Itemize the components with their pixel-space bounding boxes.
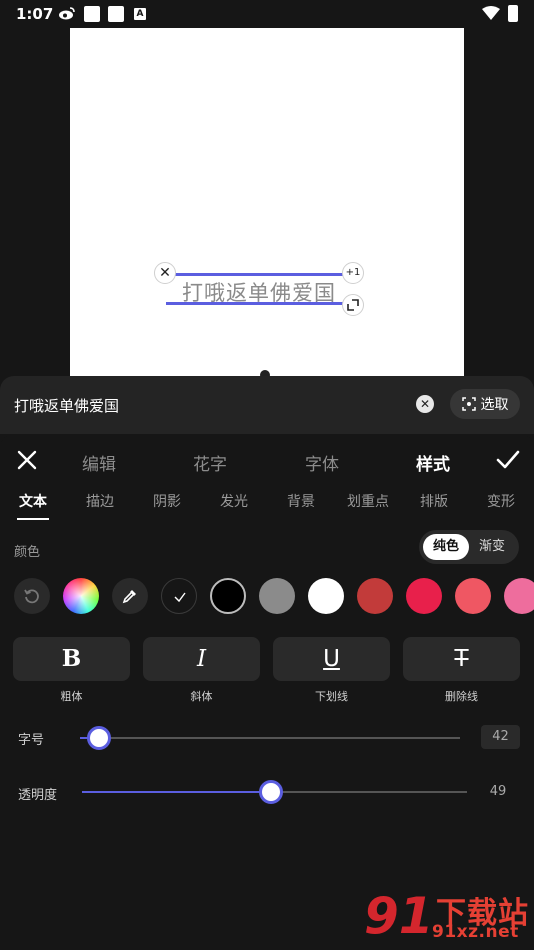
font-size-slider-knob[interactable]: [87, 726, 111, 750]
color-swatch-coral[interactable]: [455, 578, 491, 614]
select-button[interactable]: 选取: [450, 389, 520, 419]
tab-style[interactable]: 样式: [416, 450, 450, 475]
color-swatch-grey[interactable]: [259, 578, 295, 614]
subtab-layout[interactable]: 排版: [409, 491, 459, 511]
color-swatch-dark-red[interactable]: [357, 578, 393, 614]
canvas-area: 打哦返单佛爱国 ✕ +1: [0, 28, 534, 382]
eyedropper-icon: [122, 590, 136, 604]
text-overlay-box[interactable]: 打哦返单佛爱国 ✕ +1: [154, 262, 364, 316]
subtab-background[interactable]: 背景: [276, 491, 326, 511]
delete-text-icon[interactable]: ✕: [154, 262, 176, 284]
text-input-row: 打哦返单佛爱国 ✕ 选取: [0, 376, 534, 434]
font-size-slider[interactable]: [80, 737, 460, 739]
bold-button[interactable]: B: [13, 637, 130, 681]
solid-color-option[interactable]: 纯色: [423, 534, 469, 560]
watermark-mark: 91: [364, 887, 434, 945]
close-icon[interactable]: [16, 449, 38, 471]
clear-text-icon[interactable]: ✕: [416, 395, 434, 413]
italic-icon: I: [196, 646, 207, 672]
battery-icon: [508, 5, 518, 22]
subtab-transform[interactable]: 变形: [476, 491, 526, 511]
strikethrough-label: 删除线: [445, 690, 478, 703]
opacity-slider-knob[interactable]: [258, 780, 283, 804]
top-tab-bar: 编辑 花字 字体 样式: [0, 434, 534, 486]
notification-icon: [84, 6, 100, 22]
duplicate-text-icon[interactable]: +1: [342, 262, 364, 284]
style-panel: 编辑 花字 字体 样式 文本 描边 阴影 发光 背景 划重点 排版 变形 颜色 …: [0, 434, 534, 950]
subtab-shadow[interactable]: 阴影: [142, 491, 192, 511]
font-size-label: 字号: [18, 733, 45, 748]
opacity-slider-fill: [82, 791, 271, 793]
color-swatch-none[interactable]: [161, 578, 197, 614]
bold-label: 粗体: [60, 690, 83, 703]
tab-fancy-text[interactable]: 花字: [193, 450, 227, 475]
video-canvas[interactable]: 打哦返单佛爱国 ✕ +1: [70, 28, 464, 382]
weibo-icon: [59, 7, 75, 20]
color-section-label: 颜色: [14, 545, 41, 560]
color-swatch-black[interactable]: [210, 578, 246, 614]
a-badge-icon: A: [134, 8, 146, 20]
status-time: 1:07: [16, 5, 54, 23]
eyedropper-button[interactable]: [112, 578, 148, 614]
subtab-glow[interactable]: 发光: [209, 491, 259, 511]
reset-icon: [24, 589, 39, 604]
active-subtab-indicator: [17, 518, 49, 520]
confirm-check-icon[interactable]: [496, 449, 520, 471]
bold-icon: B: [61, 645, 82, 672]
color-swatch-red[interactable]: [406, 578, 442, 614]
reset-color-button[interactable]: [14, 578, 50, 614]
text-input[interactable]: 打哦返单佛爱国: [14, 395, 119, 416]
select-button-label: 选取: [480, 397, 509, 413]
italic-label: 斜体: [190, 690, 213, 703]
font-size-value[interactable]: 42: [481, 725, 520, 749]
text-overlay-content: 打哦返单佛爱国: [182, 281, 336, 305]
watermark-logo: 91 下载站 91xz.net: [360, 884, 534, 950]
color-wheel-button[interactable]: [63, 578, 99, 614]
underline-button[interactable]: U: [273, 637, 390, 681]
subtab-stroke[interactable]: 描边: [75, 491, 125, 511]
check-icon: [174, 592, 186, 603]
watermark-url: 91xz.net: [432, 922, 519, 942]
color-mode-toggle: 纯色 渐变: [419, 530, 519, 564]
italic-button[interactable]: I: [143, 637, 260, 681]
notification-icon: [108, 6, 124, 22]
subtab-highlight[interactable]: 划重点: [343, 491, 393, 511]
status-bar: 1:07 A: [0, 0, 534, 28]
wifi-icon: [482, 6, 500, 20]
strikethrough-icon: T: [454, 646, 469, 672]
select-frame-icon: [461, 397, 476, 411]
sub-tab-bar: 文本 描边 阴影 发光 背景 划重点 排版 变形: [0, 486, 534, 526]
color-swatch-white[interactable]: [308, 578, 344, 614]
underline-label: 下划线: [315, 690, 348, 703]
opacity-value: 49: [489, 784, 507, 799]
gradient-option[interactable]: 渐变: [469, 534, 515, 560]
tab-font[interactable]: 字体: [305, 450, 339, 475]
subtab-text[interactable]: 文本: [8, 491, 58, 511]
underline-icon: U: [323, 646, 340, 672]
resize-handle-icon[interactable]: [342, 294, 364, 316]
opacity-label: 透明度: [18, 788, 58, 803]
tab-edit[interactable]: 编辑: [82, 450, 116, 475]
color-swatch-pink[interactable]: [504, 578, 534, 614]
strikethrough-button[interactable]: T: [403, 637, 520, 681]
